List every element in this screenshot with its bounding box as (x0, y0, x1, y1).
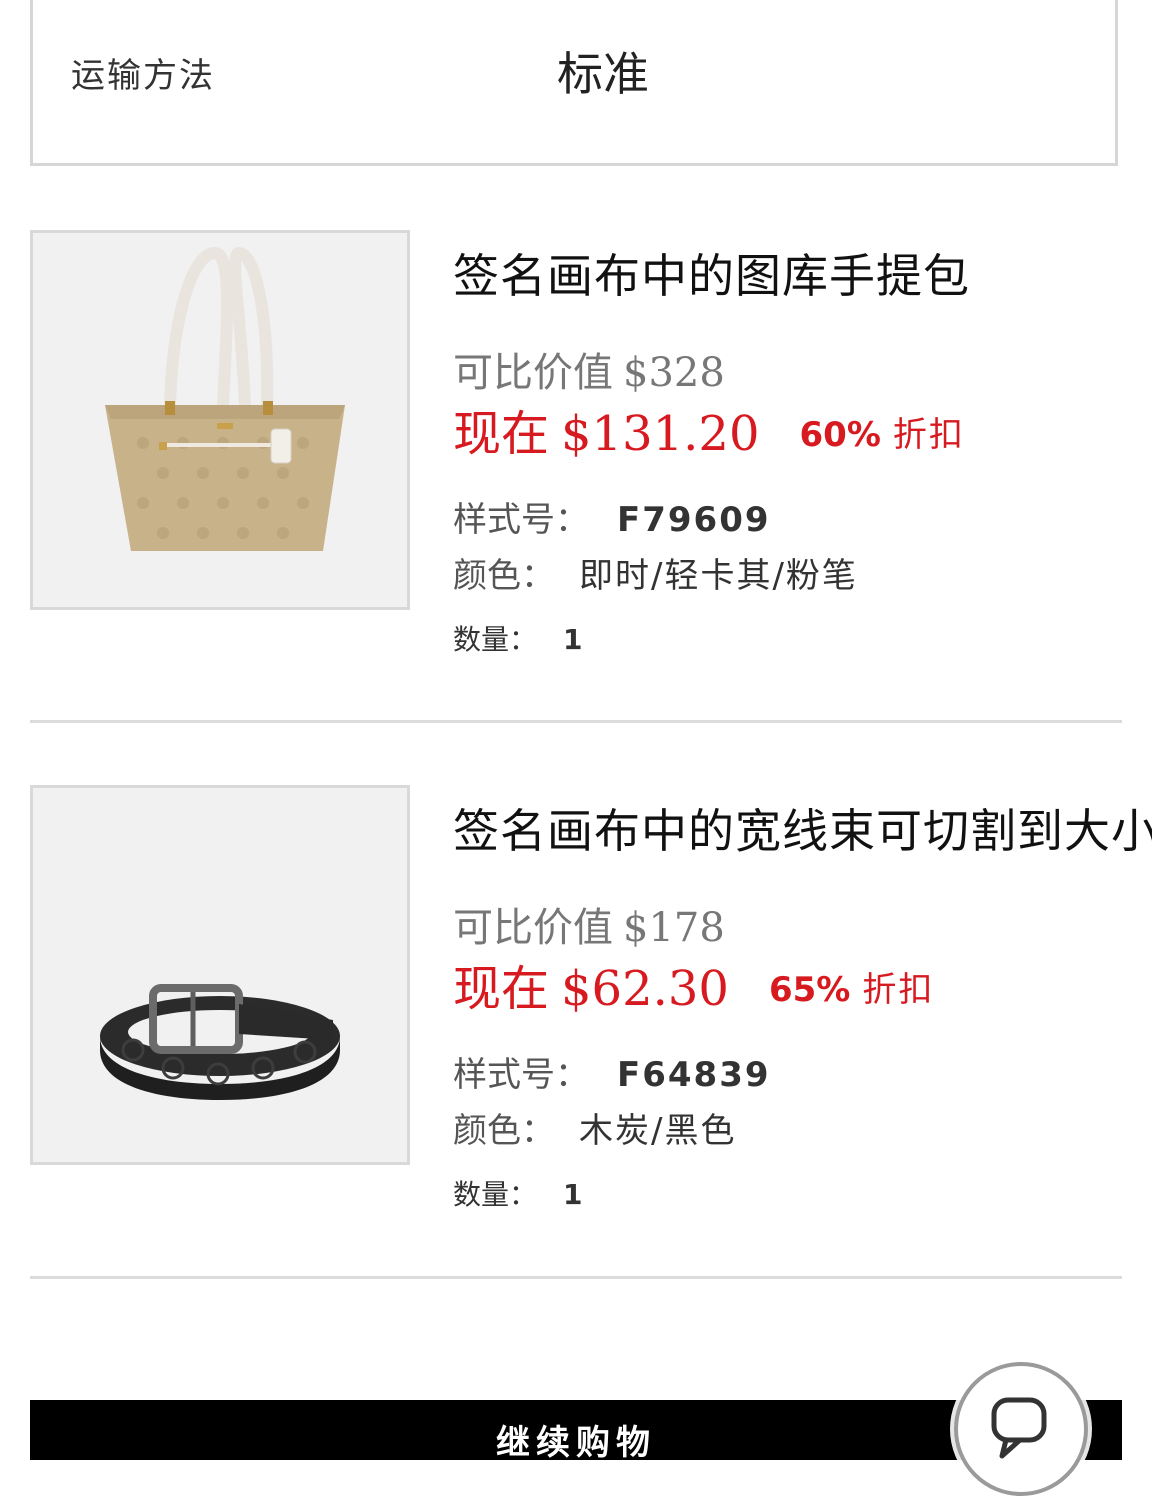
sale-price-row: 现在 $62.30 65% 折扣 (453, 949, 934, 1019)
color-label: 颜色： (453, 556, 555, 596)
divider (30, 720, 1122, 723)
quantity-row: 数量： 1 (453, 618, 583, 658)
style-number-label: 样式号： (453, 1055, 589, 1095)
style-number-label: 样式号： (453, 500, 589, 540)
compare-price: $328 (623, 350, 725, 396)
discount-percent: 60% (799, 415, 881, 455)
style-number-value: F79609 (617, 500, 771, 540)
belt-image (33, 788, 407, 1162)
quantity-row: 数量： 1 (453, 1173, 583, 1213)
shipping-method-box[interactable]: 运输方法 标准 (30, 0, 1118, 166)
quantity-value: 1 (563, 623, 583, 656)
shipping-method-value: 标准 (557, 47, 649, 101)
style-number-row: 样式号： F79609 (453, 492, 771, 541)
compare-price: $178 (623, 905, 725, 951)
tote-bag-image (33, 233, 407, 607)
chat-button[interactable] (954, 1362, 1088, 1496)
color-label: 颜色： (453, 1111, 555, 1151)
compare-price-row: 可比价值 $178 (453, 895, 725, 953)
color-row: 颜色： 即时/轻卡其/粉笔 (453, 548, 858, 597)
style-number-value: F64839 (617, 1055, 771, 1095)
shipping-method-label: 运输方法 (71, 56, 215, 96)
now-label: 现在 (453, 406, 550, 462)
compare-label: 可比价值 (453, 350, 613, 396)
cart-item: 签名画布中的图库手提包 可比价值 $328 现在 $131.20 60% 折扣 样式号：… (30, 230, 1122, 720)
now-price: $131.20 (561, 406, 760, 462)
cart-item: 签名画布中的宽线束可切割到大小 可比价值 $178 现在 $62.30 65% 折扣 样… (30, 785, 1152, 1275)
discount-label: 折扣 (892, 415, 965, 455)
now-price: $62.30 (561, 961, 729, 1017)
discount-percent: 65% (768, 970, 851, 1010)
quantity-label: 数量： (453, 623, 538, 656)
quantity-label: 数量： (453, 1178, 538, 1211)
style-number-row: 样式号： F64839 (453, 1047, 771, 1096)
discount-label: 折扣 (862, 970, 935, 1010)
divider (30, 1276, 1122, 1279)
product-image-tote-bag[interactable] (30, 230, 410, 610)
color-value: 即时/轻卡其/粉笔 (579, 556, 858, 596)
sale-price-row: 现在 $131.20 60% 折扣 (453, 394, 965, 464)
compare-label: 可比价值 (453, 905, 613, 951)
continue-shopping-label: 继续购物 (496, 1423, 656, 1460)
quantity-value: 1 (563, 1178, 583, 1211)
color-row: 颜色： 木炭/黑色 (453, 1103, 736, 1152)
product-image-belt[interactable] (30, 785, 410, 1165)
compare-price-row: 可比价值 $328 (453, 340, 725, 398)
color-value: 木炭/黑色 (579, 1111, 737, 1151)
product-title[interactable]: 签名画布中的宽线束可切割到大小 (453, 795, 1152, 861)
chat-icon (991, 1397, 1047, 1459)
product-title[interactable]: 签名画布中的图库手提包 (453, 240, 970, 306)
now-label: 现在 (453, 961, 550, 1017)
